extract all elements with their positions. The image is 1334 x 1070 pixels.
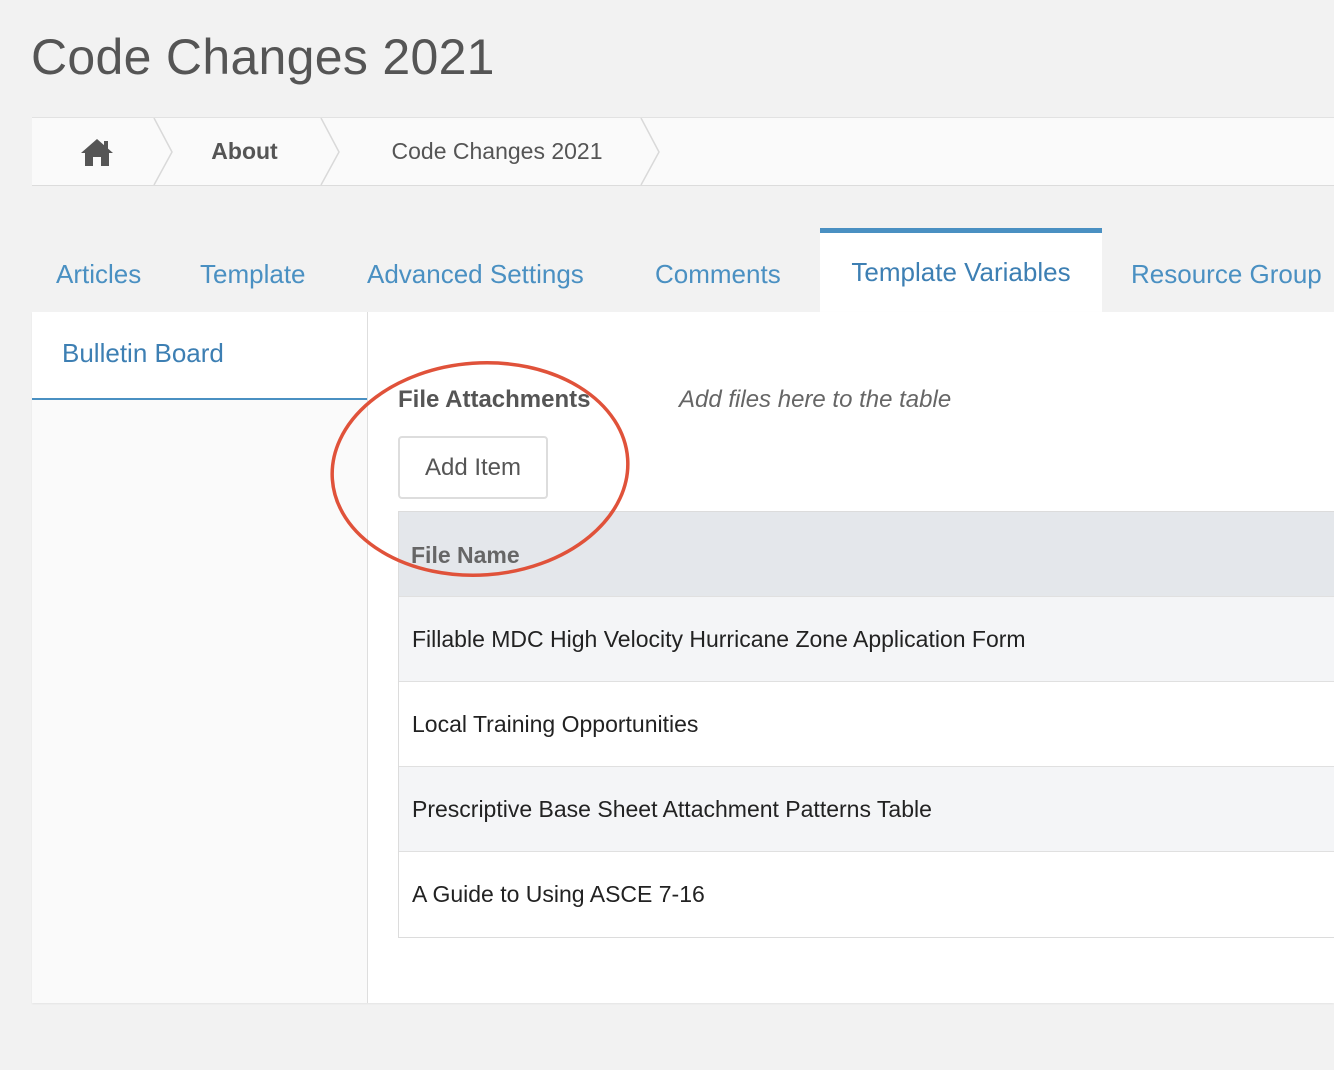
page-title: Code Changes 2021	[31, 29, 495, 85]
field-description: Add files here to the table	[679, 386, 952, 413]
tab-advanced-settings[interactable]: Advanced Settings	[367, 252, 584, 296]
tab-template-variables[interactable]: Template Variables	[820, 228, 1102, 314]
breadcrumb-item-current: Code Changes 2021	[391, 138, 603, 164]
tab-comments[interactable]: Comments	[655, 252, 781, 296]
table-header: File Name	[399, 512, 1334, 596]
breadcrumb-item-about[interactable]: About	[172, 118, 317, 185]
template-variables-panel: Bulletin Board File Attachments Add file…	[32, 312, 1334, 1003]
tab-resource-groups[interactable]: Resource Group	[1131, 252, 1322, 296]
home-icon	[81, 138, 113, 166]
table-row[interactable]: Prescriptive Base Sheet Attachment Patte…	[399, 766, 1334, 851]
table-body: Fillable MDC High Velocity Hurricane Zon…	[399, 596, 1334, 936]
table-row[interactable]: A Guide to Using ASCE 7-16	[399, 851, 1334, 936]
table-row[interactable]: Fillable MDC High Velocity Hurricane Zon…	[399, 596, 1334, 681]
tab-template[interactable]: Template	[200, 252, 306, 296]
sidebar-item-bulletin-board[interactable]: Bulletin Board	[32, 312, 367, 400]
tab-articles[interactable]: Articles	[56, 252, 141, 296]
breadcrumb-separator	[320, 118, 340, 185]
breadcrumb-home[interactable]	[32, 118, 162, 185]
field-label: File Attachments	[398, 386, 591, 413]
breadcrumb: About Code Changes 2021	[32, 117, 1334, 186]
page: Code Changes 2021 About Code Changes 202…	[0, 0, 1334, 1070]
table-row[interactable]: Local Training Opportunities	[399, 681, 1334, 766]
add-item-button[interactable]: Add Item	[398, 436, 548, 499]
breadcrumb-separator	[640, 118, 660, 185]
sidebar: Bulletin Board	[32, 312, 368, 1003]
file-attachments-table: File Name Fillable MDC High Velocity Hur…	[398, 511, 1334, 938]
column-header-file-name[interactable]: File Name	[411, 542, 520, 569]
